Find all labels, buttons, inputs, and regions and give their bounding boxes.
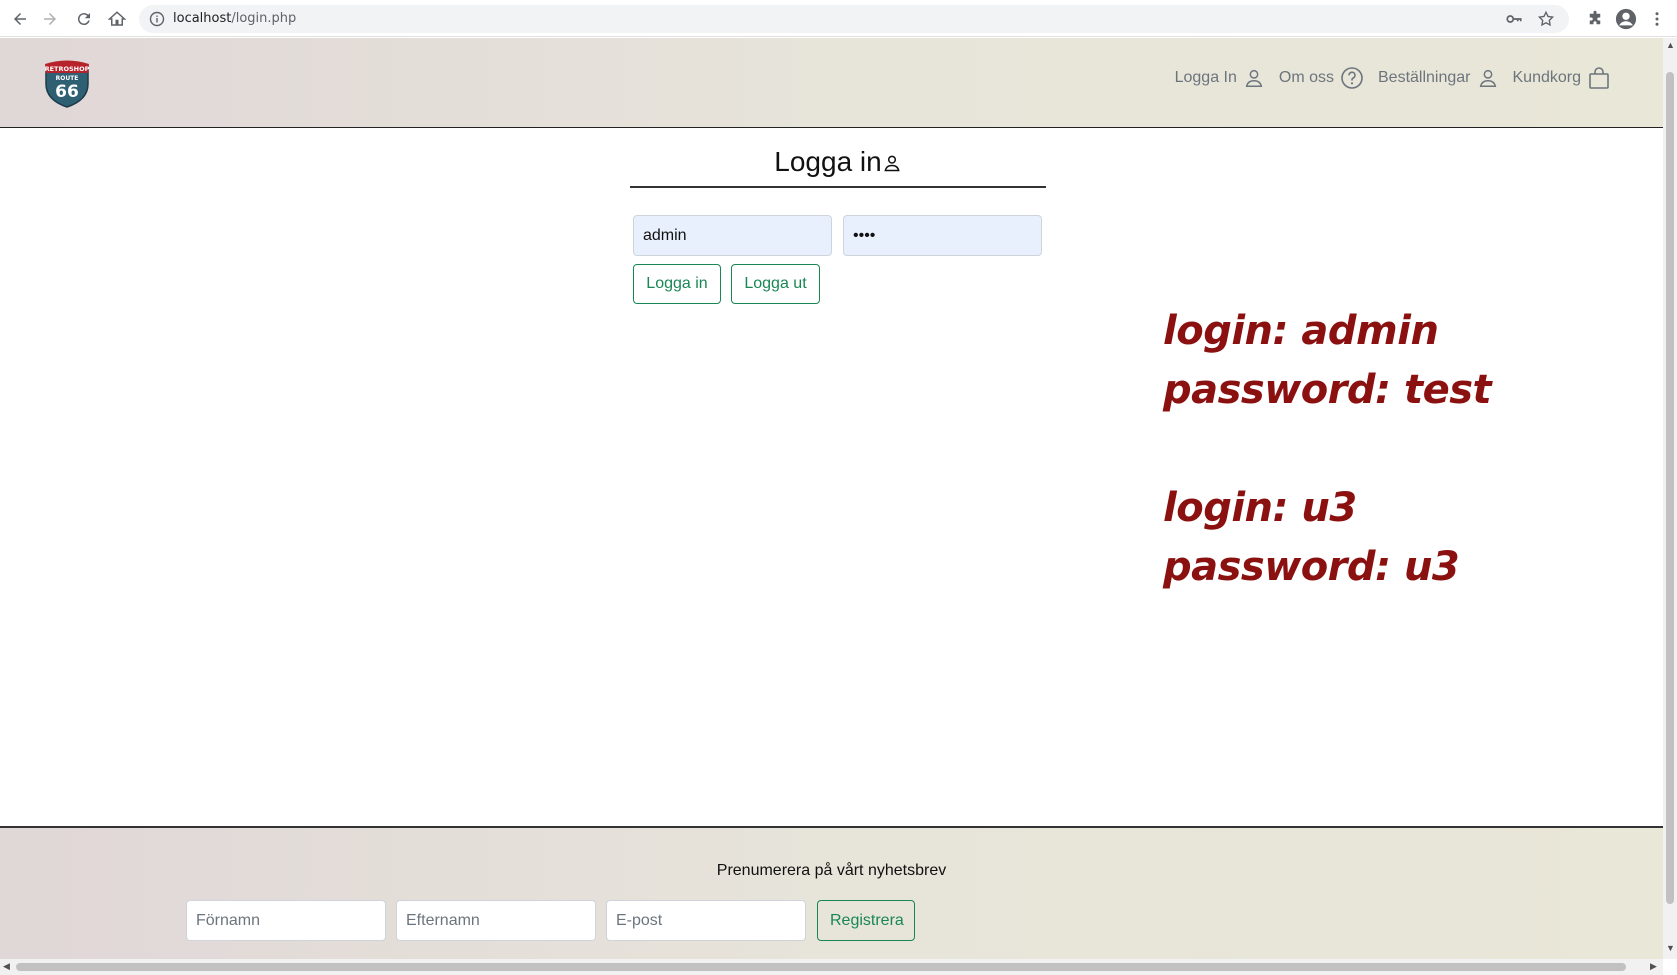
nav-about-label: Om oss <box>1278 69 1334 86</box>
url-host: localhost <box>173 11 232 26</box>
reload-icon[interactable] <box>72 7 96 31</box>
star-icon[interactable] <box>1537 10 1555 28</box>
svg-text:66: 66 <box>55 82 79 102</box>
register-button[interactable]: Registrera <box>817 900 915 941</box>
scroll-up-icon[interactable]: ▲ <box>1666 40 1675 50</box>
nav-login-label: Logga In <box>1174 69 1237 86</box>
scroll-down-icon[interactable]: ▼ <box>1666 943 1675 953</box>
email-input[interactable] <box>606 900 806 941</box>
profile-avatar-icon[interactable] <box>1614 7 1638 31</box>
horizontal-scrollbar[interactable]: ◀ ▶ <box>0 959 1663 975</box>
person-icon <box>1479 69 1496 87</box>
home-icon[interactable] <box>105 7 129 31</box>
login-button[interactable]: Logga in <box>633 264 721 304</box>
password-input[interactable] <box>843 215 1042 256</box>
logout-button[interactable]: Logga ut <box>731 264 820 304</box>
nav-cart-label: Kundkorg <box>1512 69 1582 86</box>
scroll-right-icon[interactable]: ▶ <box>1650 961 1657 972</box>
vertical-scroll-thumb[interactable] <box>1666 72 1674 904</box>
shopping-bag-icon <box>1589 67 1609 89</box>
back-icon[interactable] <box>8 7 32 31</box>
route66-logo[interactable]: RETROSHOP ROUTE 66 <box>42 58 92 108</box>
note-login-u3: login: u3 <box>1163 485 1357 531</box>
main-nav: Logga In Om oss Beställningar Kundkorg <box>1175 66 1611 90</box>
username-input[interactable] <box>633 215 832 256</box>
login-title-text: Logga in <box>774 146 882 177</box>
person-icon <box>884 155 900 172</box>
url-text: localhost/login.php <box>173 11 296 26</box>
nav-orders[interactable]: Beställningar <box>1378 67 1499 89</box>
footer: Prenumerera på vårt nyhetsbrev Registrer… <box>0 826 1663 959</box>
lastname-input[interactable] <box>396 900 596 941</box>
browser-toolbar: localhost/login.php <box>0 0 1677 37</box>
svg-text:ROUTE: ROUTE <box>56 75 79 82</box>
address-bar[interactable]: localhost/login.php <box>139 5 1569 33</box>
vertical-scrollbar[interactable]: ▲ ▼ <box>1663 38 1677 959</box>
svg-text:RETROSHOP: RETROSHOP <box>45 65 90 73</box>
url-path: /login.php <box>231 11 297 26</box>
note-password-u3: password: u3 <box>1163 544 1460 590</box>
nav-about[interactable]: Om oss <box>1279 66 1364 90</box>
forward-icon[interactable] <box>38 7 62 31</box>
info-icon[interactable] <box>149 11 165 27</box>
horizontal-scroll-thumb[interactable] <box>16 963 1626 971</box>
login-heading: Logga in <box>630 146 1046 188</box>
menu-kebab-icon[interactable] <box>1645 7 1669 31</box>
firstname-input[interactable] <box>186 900 386 941</box>
note-login-admin: login: admin <box>1163 308 1439 354</box>
nav-orders-label: Beställningar <box>1378 69 1471 86</box>
key-icon[interactable] <box>1505 10 1523 28</box>
note-password-test: password: test <box>1163 367 1492 413</box>
newsletter-title: Prenumerera på vårt nyhetsbrev <box>716 862 947 879</box>
nav-login[interactable]: Logga In <box>1175 67 1265 89</box>
extensions-icon[interactable] <box>1583 7 1607 31</box>
nav-cart[interactable]: Kundkorg <box>1513 66 1612 90</box>
scroll-left-icon[interactable]: ◀ <box>3 961 10 972</box>
question-circle-icon <box>1341 67 1363 89</box>
person-icon <box>1245 69 1263 87</box>
site-header: RETROSHOP ROUTE 66 Logga In Om oss Bestä… <box>0 38 1663 128</box>
